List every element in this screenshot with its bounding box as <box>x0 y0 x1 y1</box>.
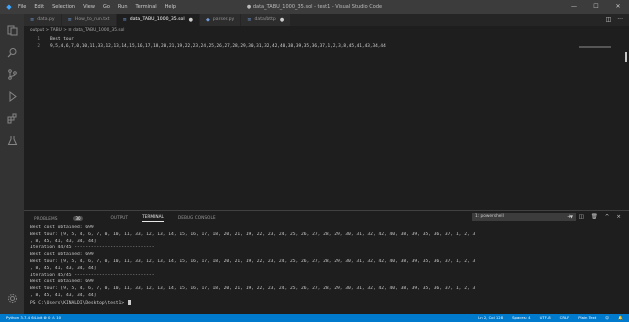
split-terminal-icon[interactable]: ◫ <box>579 213 584 221</box>
tab-label: parser.py <box>212 17 235 22</box>
minimap[interactable] <box>579 46 611 48</box>
vscode-logo-icon: ◆ <box>6 3 12 11</box>
minimize-button[interactable]: — <box>563 0 585 14</box>
menu-go[interactable]: Go <box>103 4 110 10</box>
terminal-prompt-line[interactable]: PS C:\Users\KINALDI\Desktop\test1> <box>30 299 626 307</box>
editor-line: 1 Best tour <box>24 36 74 43</box>
editor-scrollbar[interactable] <box>625 52 627 62</box>
maximize-panel-icon[interactable]: ^ <box>605 213 610 221</box>
close-panel-icon[interactable]: × <box>616 213 621 221</box>
text-file-icon: ≡ <box>122 17 127 23</box>
tab-how-to-run[interactable]: ≡ How_to_run.txt <box>61 14 117 26</box>
window-controls: — ☐ ✕ <box>563 0 629 14</box>
terminal-line: , 8, 45, 41, 43, 34, 44] <box>30 238 97 244</box>
more-actions-icon[interactable]: ··· <box>617 14 623 26</box>
terminal-select[interactable]: 1: powershell ▼ <box>472 213 576 221</box>
terminal-line: Best cost obtained: 699 <box>30 225 94 230</box>
tab-label: PROBLEMS <box>34 216 58 222</box>
vscode-window: ◆ File Edit Selection View Go Run Termin… <box>0 0 629 322</box>
menu-edit[interactable]: Edit <box>34 4 44 10</box>
status-right: Ln 2, Col 128 Spaces: 4 UTF-8 CRLF Plain… <box>478 314 623 322</box>
tab-debug-console[interactable]: DEBUG CONSOLE <box>178 216 216 221</box>
breadcrumb[interactable]: output > TABU > ≡ data_TABU_1000_35.sol <box>30 27 124 35</box>
panel-tools: + ◫ 🗑 ^ × <box>567 213 621 221</box>
menu-help[interactable]: Help <box>165 4 176 10</box>
tab-output[interactable]: OUTPUT <box>111 216 129 221</box>
line-text: Best tour <box>50 37 74 42</box>
text-file-icon: ≡ <box>247 17 252 23</box>
terminal-line: Best cost obtained: 699 <box>30 279 94 285</box>
unsaved-dot-icon[interactable]: ● <box>280 14 284 26</box>
bottom-panel: PROBLEMS 30 OUTPUT TERMINAL DEBUG CONSOLE… <box>24 210 629 315</box>
terminal-line: Iteration 45/45 ------------------------… <box>30 272 155 278</box>
kill-terminal-icon[interactable]: 🗑 <box>591 213 598 221</box>
tab-label: data/bttp <box>254 17 276 22</box>
editor-tabs: ≡ data.py ≡ How_to_run.txt ≡ data_TABU_1… <box>24 14 629 26</box>
line-number: 2 <box>37 44 40 49</box>
close-window-button[interactable]: ✕ <box>607 0 629 14</box>
menu-view[interactable]: View <box>83 4 95 10</box>
terminal-line: , 8, 45, 41, 43, 34, 44] <box>30 265 97 271</box>
activity-bar <box>0 14 24 314</box>
tab-problems[interactable]: PROBLEMS 30 <box>34 215 97 222</box>
menu-run[interactable]: Run <box>118 4 128 10</box>
python-file-icon: ≡ <box>30 17 35 23</box>
tab-label: data_TABU_1000_35.sol <box>129 17 185 22</box>
line-number: 1 <box>37 37 40 42</box>
tab-label: How_to_run.txt <box>74 17 110 22</box>
search-icon[interactable] <box>4 44 20 60</box>
extensions-icon[interactable] <box>4 110 20 126</box>
new-terminal-icon[interactable]: + <box>567 213 572 221</box>
source-control-icon[interactable] <box>4 66 20 82</box>
menu-file[interactable]: File <box>18 4 26 10</box>
tab-terminal[interactable]: TERMINAL <box>142 215 164 222</box>
feedback-icon[interactable]: ☺ <box>605 314 609 322</box>
menu-bar: File Edit Selection View Go Run Terminal… <box>18 4 184 10</box>
tab-parser-py[interactable]: ◆ parser.py <box>200 14 242 26</box>
tab-data-py[interactable]: ≡ data.py <box>24 14 62 26</box>
terminal-line: Best cost obtained: 699 <box>30 252 94 258</box>
menu-selection[interactable]: Selection <box>52 4 75 10</box>
panel-tabs: PROBLEMS 30 OUTPUT TERMINAL DEBUG CONSOLE <box>34 215 230 222</box>
problems-count-badge: 30 <box>73 215 83 221</box>
encoding[interactable]: UTF-8 <box>540 314 551 322</box>
line-endings[interactable]: CRLF <box>560 314 570 322</box>
maximize-button[interactable]: ☐ <box>585 0 607 14</box>
title-bar: ◆ File Edit Selection View Go Run Termin… <box>0 0 629 14</box>
run-debug-icon[interactable] <box>4 88 20 104</box>
notifications-bell-icon[interactable]: 🔔 <box>618 314 623 322</box>
explorer-icon[interactable] <box>4 22 20 38</box>
status-left[interactable]: Python 3.7.4 64-bit ⊗ 0 ⚠ 10 <box>6 314 61 322</box>
terminal-output[interactable]: Best cost obtained: 699 Best tour: [9, 5… <box>30 225 626 307</box>
terminal-line: Iteration 44/45 ------------------------… <box>30 245 155 251</box>
tab-tools: ◫ ··· <box>606 14 623 26</box>
status-bar: Python 3.7.4 64-bit ⊗ 0 ⚠ 10 Ln 2, Col 1… <box>0 314 629 322</box>
terminal-line: , 8, 45, 41, 43, 34, 44] <box>30 292 97 298</box>
testing-flask-icon[interactable] <box>4 132 20 148</box>
text-file-icon: ≡ <box>67 17 72 23</box>
split-editor-icon[interactable]: ◫ <box>606 14 612 26</box>
terminal-cursor <box>127 299 131 305</box>
unsaved-dot-icon[interactable]: ● <box>189 14 193 26</box>
cursor-position[interactable]: Ln 2, Col 128 <box>478 314 503 322</box>
line-text: 9,5,4,6,7,0,10,11,33,12,13,14,15,16,17,1… <box>50 44 386 49</box>
code-editor[interactable]: 1 Best tour 2 9,5,4,6,7,0,10,11,33,12,13,1… <box>24 36 629 209</box>
tab-data-bttp[interactable]: ≡ data/bttp ● <box>241 14 292 26</box>
tab-data-tabu-sol[interactable]: ≡ data_TABU_1000_35.sol ● <box>116 14 200 26</box>
tab-label: data.py <box>37 17 55 22</box>
language-mode[interactable]: Plain Text <box>578 314 596 322</box>
settings-gear-icon[interactable] <box>4 290 20 306</box>
terminal-line: Best tour: [9, 5, 4, 6, 7, 0, 10, 11, 33… <box>30 286 476 292</box>
terminal-select-value: 1: powershell <box>475 214 504 219</box>
python-file-icon: ◆ <box>206 17 210 23</box>
indentation[interactable]: Spaces: 4 <box>512 314 530 322</box>
menu-terminal[interactable]: Terminal <box>136 4 157 10</box>
terminal-line: Best tour: [9, 5, 4, 6, 7, 0, 10, 11, 33… <box>30 258 476 264</box>
editor-line: 2 9,5,4,6,7,0,10,11,33,12,13,14,15,16,17,… <box>24 43 386 50</box>
terminal-prompt: PS C:\Users\KINALDI\Desktop\test1> <box>30 300 127 306</box>
terminal-line: Best tour: [9, 5, 4, 6, 7, 0, 10, 11, 33… <box>30 231 476 237</box>
